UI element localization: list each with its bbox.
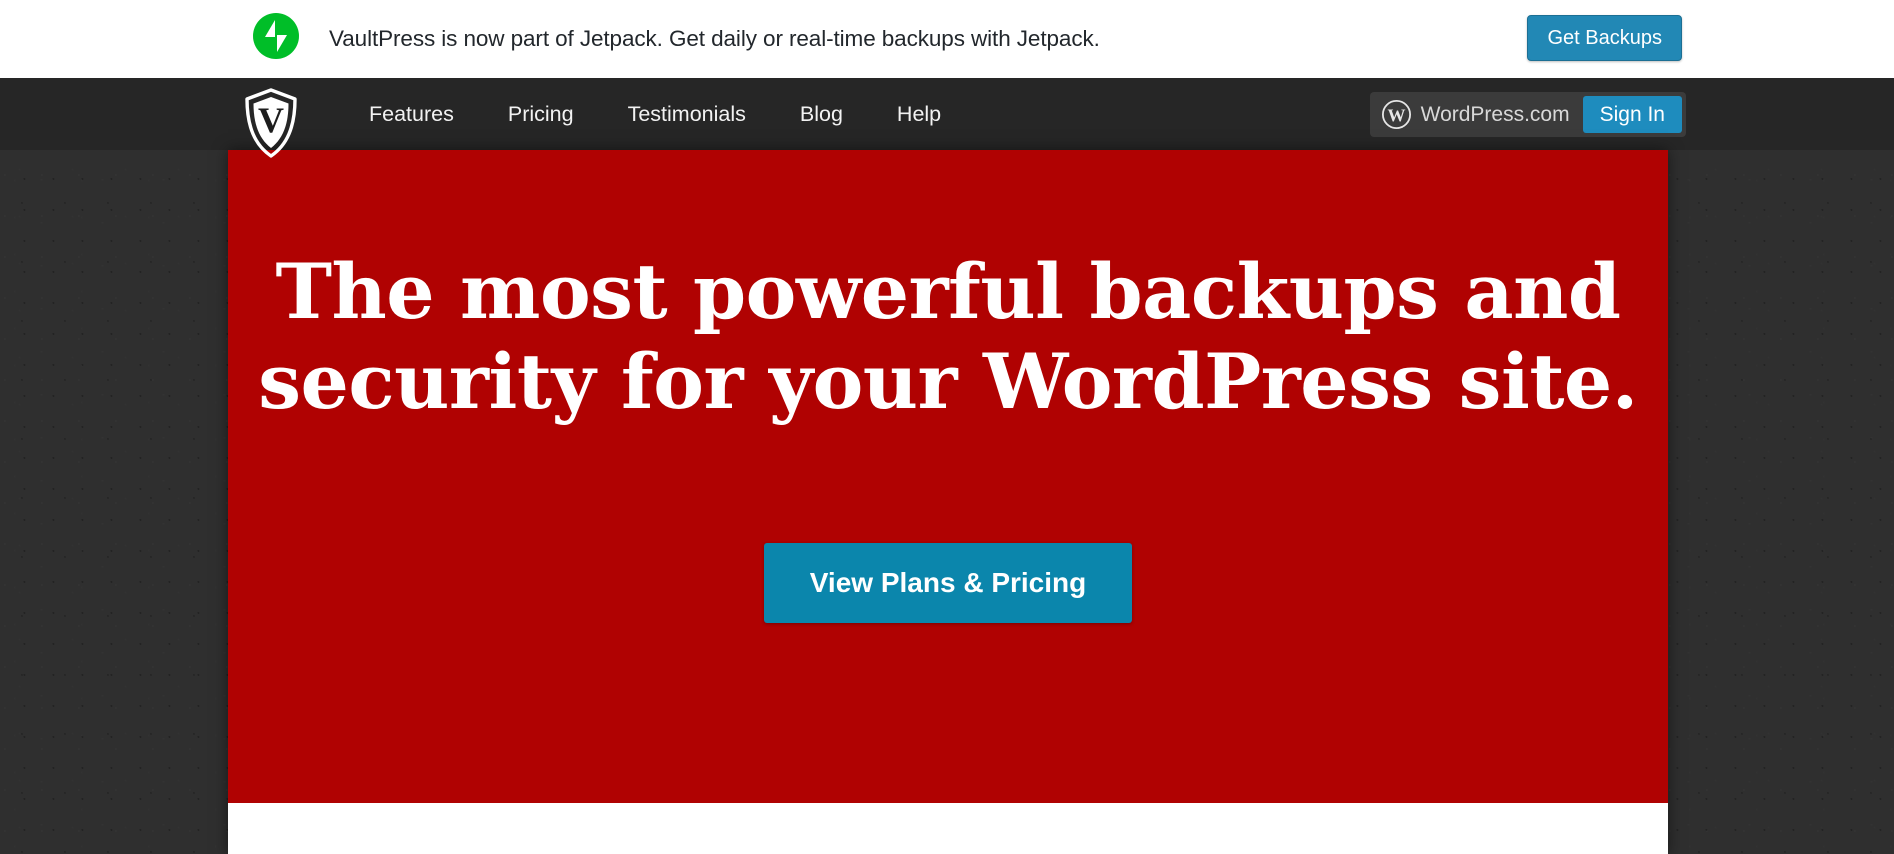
hero-title-line-1: The most powerful backups and [275,247,1621,336]
wordpress-account-group: W WordPress.com Sign In [1369,92,1686,137]
hero-cta-wrapper: View Plans & Pricing [228,543,1668,623]
promo-banner: VaultPress is now part of Jetpack. Get d… [0,0,1894,78]
content-column: The most powerful backups and security f… [228,150,1668,854]
hero-title: The most powerful backups and security f… [228,247,1668,426]
promo-banner-inner: VaultPress is now part of Jetpack. Get d… [0,0,1894,78]
nav-link-features[interactable]: Features [349,102,474,127]
nav-links: Features Pricing Testimonials Blog Help [349,78,961,150]
nav-link-testimonials[interactable]: Testimonials [608,102,766,127]
nav-link-blog[interactable]: Blog [780,102,863,127]
sign-in-button[interactable]: Sign In [1582,96,1682,133]
wordpress-account-label: WordPress.com [1420,102,1570,126]
promo-banner-message: VaultPress is now part of Jetpack. Get d… [329,26,1100,51]
nav-link-help[interactable]: Help [877,102,961,127]
wordpress-logo-icon: W [1381,99,1412,130]
jetpack-logo-icon [249,9,303,63]
nav-link-pricing[interactable]: Pricing [488,102,594,127]
main-navbar: V Features Pricing Testimonials Blog Hel… [0,78,1894,158]
svg-text:W: W [1387,106,1405,126]
svg-text:V: V [258,100,284,140]
get-backups-button[interactable]: Get Backups [1527,15,1682,61]
vaultpress-shield-icon[interactable]: V [243,87,299,159]
hero-section: The most powerful backups and security f… [228,150,1668,803]
below-fold-section [228,803,1668,854]
hero-title-line-2: security for your WordPress site. [258,336,1638,426]
view-plans-pricing-button[interactable]: View Plans & Pricing [763,543,1133,623]
